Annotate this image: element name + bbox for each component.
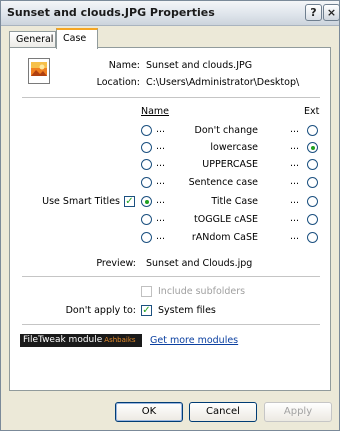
properties-window: Sunset and clouds.JPG Properties ? × Gen… (0, 0, 340, 431)
name-column-header: Name (141, 106, 170, 117)
title-bar: Sunset and clouds.JPG Properties ? × (1, 1, 340, 26)
name-dots: ... (156, 231, 166, 242)
ext-dots: ... (290, 124, 300, 135)
name-dots: ... (156, 124, 166, 135)
separator (22, 276, 320, 277)
preview-label: Preview: (96, 258, 136, 269)
system-files-checkbox[interactable]: ✓ (141, 305, 152, 316)
smart-titles-label: Use Smart Titles (42, 196, 120, 207)
option-label-toggle-case: tOGGLE cASE (194, 214, 258, 225)
filetweak-module-logo: FileTweak module Ashbaiks (20, 334, 142, 347)
ext-radio-sentence-case[interactable] (307, 177, 318, 188)
name-radio-sentence-case[interactable] (141, 177, 152, 188)
ext-radio-title-case[interactable] (307, 196, 318, 207)
name-radio-dont-change[interactable] (141, 125, 152, 136)
separator (22, 97, 320, 98)
close-button[interactable]: × (323, 4, 340, 21)
ext-dots: ... (290, 158, 300, 169)
ext-dots: ... (290, 213, 300, 224)
dont-apply-label: Don't apply to: (65, 305, 136, 316)
smart-titles-checkbox[interactable]: ✓ (124, 196, 135, 207)
ext-radio-random-case[interactable] (307, 232, 318, 243)
module-name: FileTweak module (23, 335, 103, 345)
module-sub: Ashbaiks (104, 336, 136, 344)
name-radio-toggle-case[interactable] (141, 214, 152, 225)
name-radio-title-case[interactable] (141, 196, 152, 207)
option-label-dont-change: Don't change (194, 125, 258, 136)
name-dots: ... (156, 141, 166, 152)
name-radio-random-case[interactable] (141, 232, 152, 243)
option-label-random-case: rANdom CaSE (191, 232, 258, 243)
location-value: C:\Users\Administrator\Desktop\ (146, 77, 300, 88)
name-dots: ... (156, 195, 166, 206)
ext-radio-toggle-case[interactable] (307, 214, 318, 225)
ext-dots: ... (290, 195, 300, 206)
ok-button[interactable]: OK (115, 402, 183, 422)
location-label: Location: (96, 77, 140, 88)
option-label-uppercase: UPPERCASE (202, 159, 258, 170)
name-dots: ... (156, 213, 166, 224)
include-subfolders-label: Include subfolders (158, 286, 246, 297)
name-dots: ... (156, 176, 166, 187)
system-files-label: System files (158, 305, 216, 316)
option-label-lowercase: lowercase (210, 142, 258, 153)
image-file-icon (28, 58, 50, 84)
ext-column-header: Ext (304, 106, 320, 117)
name-label: Name: (108, 60, 140, 71)
option-label-title-case: Title Case (211, 196, 258, 207)
preview-value: Sunset and Clouds.jpg (146, 258, 253, 269)
get-more-modules-link[interactable]: Get more modules (150, 335, 238, 346)
ext-radio-uppercase[interactable] (307, 159, 318, 170)
name-value: Sunset and clouds.JPG (146, 60, 253, 71)
name-dots: ... (156, 158, 166, 169)
name-radio-lowercase[interactable] (141, 142, 152, 153)
tab-case[interactable]: Case (56, 28, 98, 49)
name-radio-uppercase[interactable] (141, 159, 152, 170)
help-button[interactable]: ? (305, 4, 322, 21)
apply-button[interactable]: Apply (264, 402, 332, 422)
cancel-button[interactable]: Cancel (189, 402, 257, 422)
ext-dots: ... (290, 176, 300, 187)
ext-dots: ... (290, 231, 300, 242)
ext-radio-lowercase[interactable] (307, 142, 318, 153)
ext-dots: ... (290, 141, 300, 152)
window-title: Sunset and clouds.JPG Properties (7, 6, 215, 19)
separator (22, 324, 320, 325)
tab-general[interactable]: General (9, 31, 56, 48)
case-panel: Name: Sunset and clouds.JPG Location: C:… (9, 47, 331, 391)
option-label-sentence-case: Sentence case (188, 177, 258, 188)
include-subfolders-checkbox[interactable] (141, 286, 152, 297)
ext-radio-dont-change[interactable] (307, 125, 318, 136)
